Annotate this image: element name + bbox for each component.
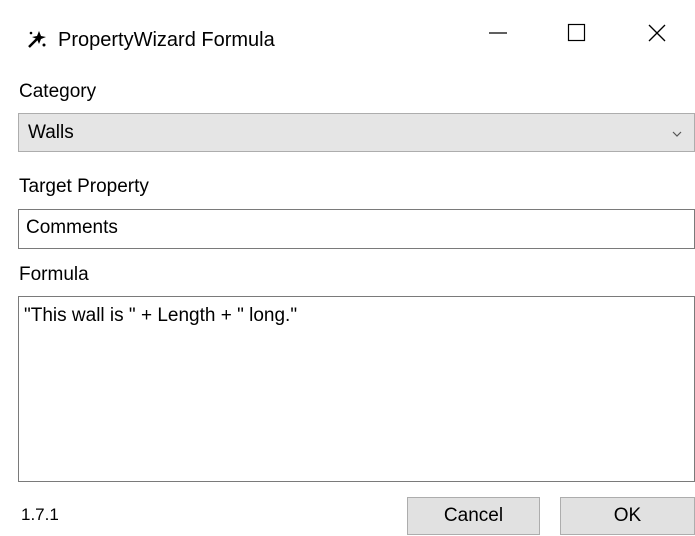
formula-label: Formula — [19, 264, 89, 285]
wizard-icon — [26, 28, 48, 50]
cancel-button[interactable]: Cancel — [407, 497, 540, 535]
category-dropdown[interactable]: Walls — [18, 113, 695, 152]
close-icon — [647, 23, 667, 48]
chevron-down-icon — [670, 127, 684, 139]
ok-button[interactable]: OK — [560, 497, 695, 535]
maximize-icon — [567, 23, 587, 48]
property-wizard-formula-window: PropertyWizard Formula Category Walls Ta… — [0, 0, 695, 536]
target-property-label: Target Property — [19, 176, 149, 197]
close-button[interactable] — [618, 0, 695, 70]
title-bar[interactable]: PropertyWizard Formula — [0, 0, 695, 70]
formula-value: "This wall is " + Length + " long." — [24, 305, 298, 326]
category-selected-value: Walls — [28, 122, 74, 143]
window-title: PropertyWizard Formula — [58, 29, 275, 51]
formula-textarea[interactable]: "This wall is " + Length + " long." — [18, 296, 695, 482]
target-property-value: Comments — [26, 217, 118, 238]
category-label: Category — [19, 81, 97, 102]
version-label: 1.7.1 — [21, 505, 59, 524]
maximize-button[interactable] — [533, 0, 621, 70]
minimize-button[interactable] — [454, 0, 542, 70]
minimize-icon — [488, 23, 508, 48]
target-property-input[interactable]: Comments — [18, 209, 695, 249]
